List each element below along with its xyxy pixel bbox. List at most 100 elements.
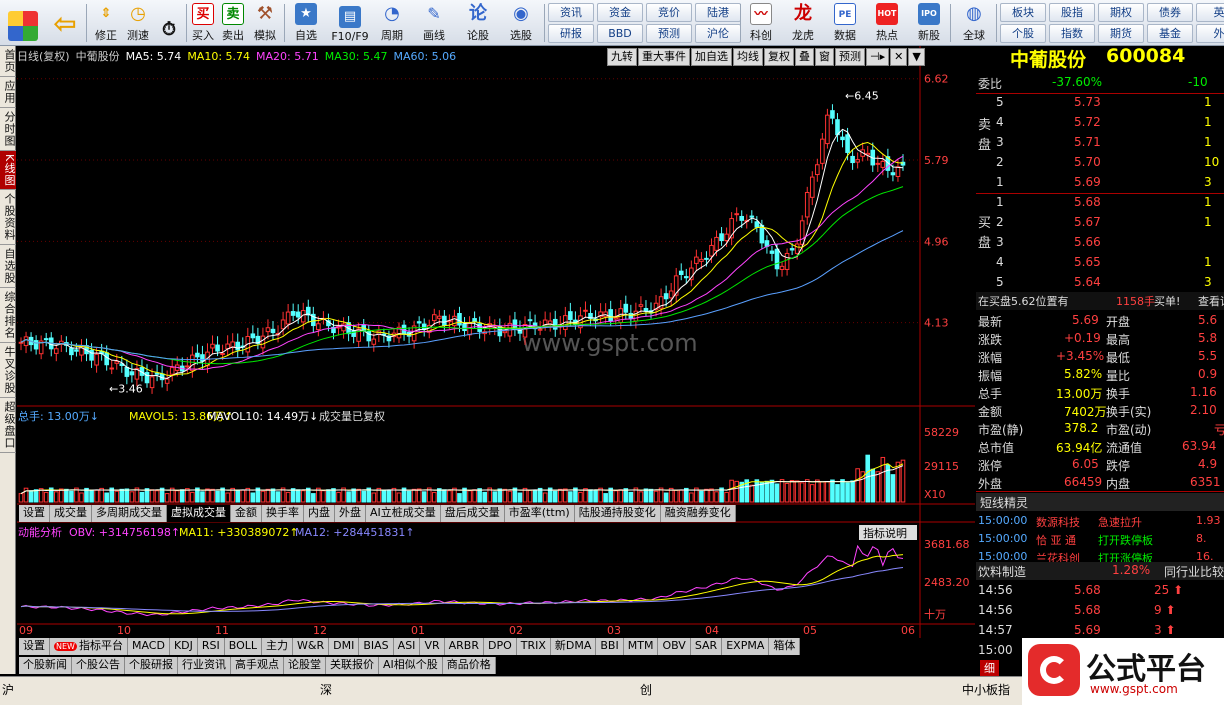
chart-tool-7[interactable]: 预测: [835, 48, 865, 66]
speed-button[interactable]: ◷ 测速: [122, 1, 154, 45]
quick-button-期权[interactable]: 期权: [1098, 3, 1144, 22]
quick-button-竞价[interactable]: 竞价: [646, 3, 692, 22]
quick-button-股指[interactable]: 股指: [1049, 3, 1095, 22]
news-tab-1[interactable]: 个股公告: [72, 657, 125, 674]
home-button[interactable]: [4, 1, 42, 45]
vol-tab-2[interactable]: 多周期成交量: [92, 505, 167, 522]
quick-button-个股[interactable]: 个股: [1000, 24, 1046, 43]
kline-chart-svg[interactable]: 6.62 5.79 4.96 4.13 www.gspt.com ←6.45 ←3.46 总手…: [17, 46, 975, 676]
ind-tab-11[interactable]: VR: [420, 638, 445, 655]
quick-button-资讯[interactable]: 资讯: [548, 3, 594, 22]
vol-tab-12[interactable]: 融资融券变化: [661, 505, 736, 522]
back-button[interactable]: ⇦: [46, 1, 84, 45]
stat-row-3[interactable]: 振幅 5.82% 量比 0.9: [976, 366, 1224, 384]
detail-tab[interactable]: 细: [980, 660, 999, 676]
quick-button-陆港[interactable]: 陆港: [695, 3, 741, 22]
industry-row[interactable]: 饮料制造 1.28% 同行业比较: [976, 562, 1224, 580]
ind-tab-10[interactable]: ASI: [394, 638, 421, 655]
sme-index-label[interactable]: 中小板指: [962, 681, 1010, 698]
simulate-button[interactable]: ⚒ 模拟: [250, 1, 280, 45]
select-stock-button[interactable]: ◉ 选股: [502, 1, 540, 45]
left-tab-2[interactable]: 分时图: [0, 108, 16, 151]
vol-tab-5[interactable]: 换手率: [262, 505, 304, 522]
chart-tool-5[interactable]: 叠: [795, 48, 814, 66]
news-tab-7[interactable]: AI相似个股: [379, 657, 443, 674]
hot-button[interactable]: HOT 热点: [870, 1, 904, 45]
quick-button-英[interactable]: 英: [1196, 3, 1224, 22]
ind-tab-9[interactable]: BIAS: [359, 638, 394, 655]
tick-row-0[interactable]: 14:56 5.68 25 ⬆: [976, 582, 1224, 600]
chart-tool-3[interactable]: 均线: [733, 48, 763, 66]
sell-level-1[interactable]: 1 5.69 3: [976, 174, 1224, 192]
left-tab-3[interactable]: K线图: [0, 151, 16, 191]
sh-index-label[interactable]: 沪: [2, 681, 14, 698]
ind-tab-3[interactable]: KDJ: [170, 638, 198, 655]
news-tab-4[interactable]: 高手观点: [231, 657, 284, 674]
tick-row-1[interactable]: 14:56 5.68 9 ⬆: [976, 602, 1224, 620]
quick-button-基金[interactable]: 基金: [1147, 24, 1193, 43]
ind-tab-6[interactable]: 主力: [262, 638, 294, 655]
elves-row-1[interactable]: 15:00:00 恰 亚 通 打开跌停板 8.: [976, 531, 1224, 549]
ind-tab-12[interactable]: ARBR: [445, 638, 484, 655]
dragon-tiger-button[interactable]: 龙龙虎: [786, 1, 820, 45]
left-tab-6[interactable]: 综合排名: [0, 288, 16, 344]
quick-button-BBD[interactable]: BBD: [597, 24, 643, 43]
chart-tool-0[interactable]: 九转: [607, 48, 637, 66]
chart-tool-6[interactable]: 窗: [815, 48, 834, 66]
stat-row-2[interactable]: 涨幅 +3.45% 最低 5.5: [976, 348, 1224, 366]
pin-icon[interactable]: ⊣▸: [866, 48, 890, 66]
global-button[interactable]: ◍ 全球: [954, 1, 994, 45]
left-tab-4[interactable]: 个股资料: [0, 190, 16, 246]
clock-button[interactable]: ⏱: [154, 1, 184, 45]
vol-tab-6[interactable]: 内盘: [304, 505, 335, 522]
left-tab-5[interactable]: 自选股: [0, 245, 16, 289]
revise-button[interactable]: ⇕ 修正: [90, 1, 122, 45]
vol-tab-7[interactable]: 外盘: [335, 505, 366, 522]
ind-tab-14[interactable]: TRIX: [517, 638, 551, 655]
quick-button-研报[interactable]: 研报: [548, 24, 594, 43]
stat-row-7[interactable]: 总市值 63.94亿 流通值 63.94: [976, 438, 1224, 456]
chart-tool-2[interactable]: 加自选: [691, 48, 732, 66]
stat-row-6[interactable]: 市盈(静) 378.2 市盈(动) 亏: [976, 420, 1224, 438]
vol-tab-9[interactable]: 盘后成交量: [441, 505, 505, 522]
quick-button-债券[interactable]: 债券: [1147, 3, 1193, 22]
news-tab-0[interactable]: 个股新闻: [19, 657, 72, 674]
buy-button[interactable]: 买买入: [188, 1, 218, 45]
sell-level-4[interactable]: 4 5.72 1: [976, 114, 1224, 132]
forum-button[interactable]: 论论股: [460, 1, 496, 45]
quick-button-资金[interactable]: 资金: [597, 3, 643, 22]
kline-chart-area[interactable]: 6.62 5.79 4.96 4.13 www.gspt.com ←6.45 ←3.46 总手…: [17, 46, 975, 676]
chart-tool-4[interactable]: 复权: [764, 48, 794, 66]
cy-index-label[interactable]: 创: [640, 681, 652, 698]
data-button[interactable]: PE 数据: [828, 1, 862, 45]
elves-row-0[interactable]: 15:00:00 数源科技 急速拉升 1.93: [976, 513, 1224, 531]
left-tab-8[interactable]: 超级盘口: [0, 398, 16, 454]
close-icon[interactable]: ✕: [890, 48, 908, 66]
buy-level-3[interactable]: 3 5.66: [976, 234, 1224, 252]
ind-tab-16[interactable]: BBI: [596, 638, 624, 655]
big-order-notice[interactable]: 在买盘5.62位置有 1158手买单! 查看详: [976, 292, 1224, 310]
vol-tab-1[interactable]: 成交量: [50, 505, 92, 522]
buy-level-2[interactable]: 2 5.67 1: [976, 214, 1224, 232]
stat-row-5[interactable]: 金额 7402万 换手(实) 2.10: [976, 402, 1224, 420]
left-tab-1[interactable]: 应用: [0, 77, 16, 108]
sell-level-5[interactable]: 5 5.73 1: [976, 94, 1224, 112]
ipo-button[interactable]: IPO 新股: [912, 1, 946, 45]
stat-row-0[interactable]: 最新 5.69 开盘 5.6: [976, 312, 1224, 330]
ind-tab-21[interactable]: 箱体: [769, 638, 801, 655]
ind-tab-18[interactable]: OBV: [658, 638, 691, 655]
ind-tab-19[interactable]: SAR: [691, 638, 723, 655]
chart-tool-1[interactable]: 重大事件: [638, 48, 690, 66]
quick-button-指数[interactable]: 指数: [1049, 24, 1095, 43]
quick-button-板块[interactable]: 板块: [1000, 3, 1046, 22]
left-tab-7[interactable]: 牛叉诊股: [0, 343, 16, 399]
stat-row-9[interactable]: 外盘 66459 内盘 6351: [976, 474, 1224, 492]
news-tab-5[interactable]: 论股堂: [284, 657, 326, 674]
watchlist-button[interactable]: ★ 自选: [288, 1, 324, 45]
sell-button[interactable]: 卖卖出: [218, 1, 248, 45]
stat-row-1[interactable]: 涨跌 +0.19 最高 5.8: [976, 330, 1224, 348]
draw-button[interactable]: ✎ 画线: [416, 1, 452, 45]
left-tab-0[interactable]: 首页: [0, 46, 16, 77]
quick-button-沪伦[interactable]: 沪伦: [695, 24, 741, 43]
quick-button-外[interactable]: 外: [1196, 24, 1224, 43]
